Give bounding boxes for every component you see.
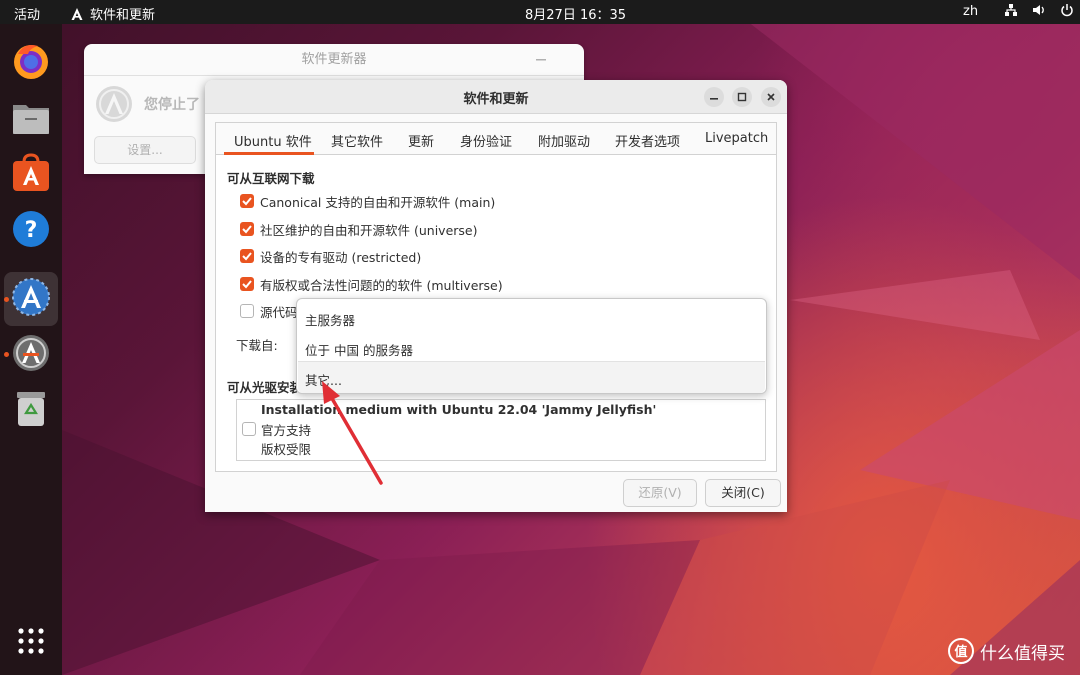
svg-text:值: 值 — [954, 644, 967, 660]
watermark: 值 什么值得买 — [948, 638, 1065, 664]
watermark-text: 什么值得买 — [980, 643, 1065, 664]
smzdm-logo-icon: 值 — [948, 638, 974, 664]
annotation-arrow-icon — [322, 381, 383, 485]
